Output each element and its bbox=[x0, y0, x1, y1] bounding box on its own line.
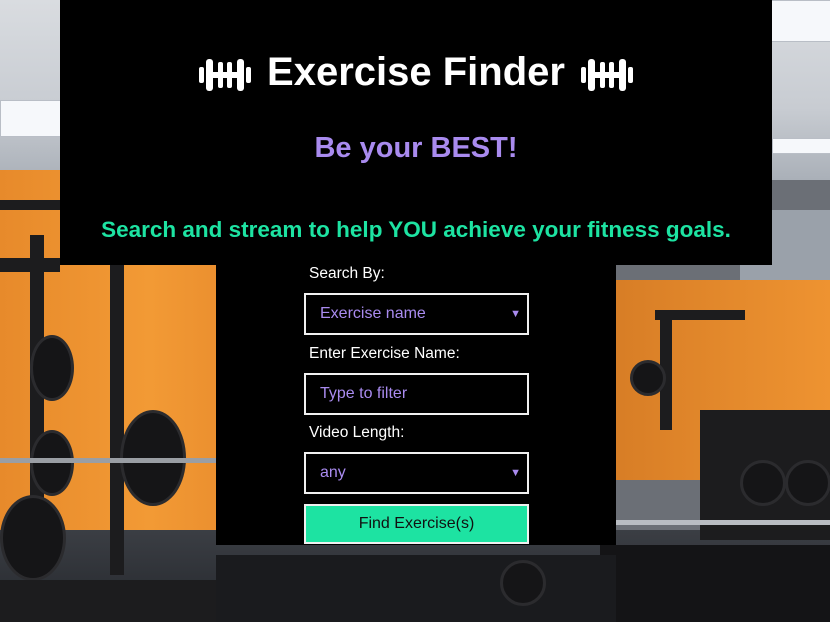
find-exercises-button[interactable]: Find Exercise(s) bbox=[304, 504, 529, 544]
dumbbell-icon bbox=[197, 53, 253, 91]
barbell bbox=[616, 520, 830, 525]
app-title-text: Exercise Finder bbox=[267, 50, 565, 94]
rack-beam bbox=[655, 310, 745, 320]
rack-post bbox=[110, 215, 124, 575]
subtitle: Search and stream to help YOU achieve yo… bbox=[101, 217, 731, 242]
video-length-label: Video Length: bbox=[309, 424, 405, 441]
dumbbell-icon bbox=[579, 53, 635, 91]
app-title: Exercise Finder bbox=[60, 44, 772, 100]
dropdown-arrow-icon: ▼ bbox=[510, 467, 521, 479]
weight-plate bbox=[630, 360, 666, 396]
video-length-select[interactable]: any ▼ bbox=[304, 452, 529, 494]
tagline: Be your BEST! bbox=[314, 132, 518, 164]
bench bbox=[600, 545, 830, 622]
search-by-select[interactable]: Exercise name ▼ bbox=[304, 293, 529, 335]
dropdown-arrow-icon: ▼ bbox=[510, 308, 521, 320]
exercise-name-input[interactable]: Type to filter bbox=[304, 373, 529, 415]
exercise-name-placeholder: Type to filter bbox=[320, 385, 408, 402]
ceiling-light bbox=[0, 100, 62, 137]
search-form: Search By: Exercise name ▼ Enter Exercis… bbox=[216, 265, 616, 545]
exercise-name-label: Enter Exercise Name: bbox=[309, 345, 460, 362]
video-length-selected-value: any bbox=[320, 464, 346, 481]
search-by-selected-value: Exercise name bbox=[320, 305, 426, 322]
ceiling-light bbox=[772, 138, 830, 154]
bench bbox=[216, 555, 616, 622]
barbell bbox=[0, 458, 216, 463]
dumbbell-rack-weights bbox=[785, 460, 830, 506]
search-by-label: Search By: bbox=[309, 265, 385, 282]
bench bbox=[0, 580, 216, 622]
weight-plate bbox=[30, 430, 74, 496]
weight-plate bbox=[500, 560, 546, 606]
header-panel: Exercise Finder Be your BEST! Search and… bbox=[60, 0, 772, 265]
dumbbell-rack-weights bbox=[740, 460, 786, 506]
weight-plate bbox=[30, 335, 74, 401]
weight-plate bbox=[0, 495, 66, 581]
ceiling-light bbox=[770, 0, 830, 42]
